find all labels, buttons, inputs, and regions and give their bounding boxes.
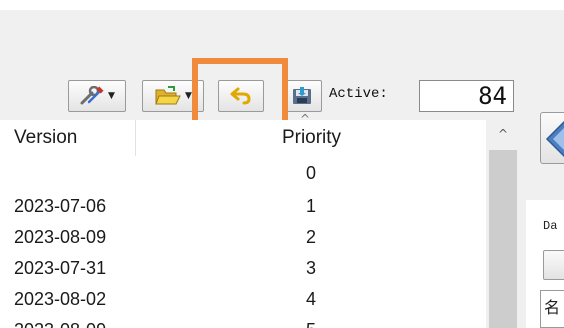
title-strip [0,0,564,10]
table-row[interactable]: 2023-07-31 3 [0,255,486,281]
right-panel-button[interactable] [543,250,564,280]
tools-icon [79,86,105,106]
priority-cell: 2 [305,227,316,247]
diamond-app-icon [541,120,564,163]
save-button[interactable] [282,80,322,112]
version-cell: 2023-08-02 [14,289,107,309]
right-panel-label: Da [543,219,558,233]
scroll-thumb[interactable] [489,150,517,328]
priority-cell: 5 [300,317,322,328]
priority-cell: 3 [305,258,316,278]
open-folder-icon [154,85,182,107]
table-row[interactable]: 2023-08-09 5 [0,317,486,328]
table-row[interactable]: 2023-08-02 4 [0,286,486,312]
table-row[interactable]: 0 [0,160,486,186]
app-launch-button[interactable] [540,112,564,164]
priority-cell: 1 [305,196,316,216]
column-header-version[interactable]: Version [0,120,136,156]
vertical-scrollbar[interactable]: ^ [486,120,520,328]
column-header-priority[interactable]: Priority [137,120,486,156]
active-label: Active: [329,86,388,102]
sort-ascending-icon: ^ [300,112,311,126]
chevron-down-icon: ▼ [108,91,115,101]
priority-cell: 4 [305,289,316,309]
table-row[interactable]: 2023-08-09 2 [0,224,486,250]
save-icon [291,86,313,106]
version-cell: 2023-08-09 [14,227,107,247]
scroll-up-icon[interactable]: ^ [486,120,520,148]
chevron-down-icon: ▼ [185,91,192,101]
right-panel-field[interactable]: 名 [540,290,564,328]
tools-button[interactable]: ▼ [68,80,126,112]
version-cell: 2023-08-09 [14,317,106,328]
app-bar [0,10,564,58]
version-cell: 2023-07-31 [14,258,107,278]
table-row[interactable]: 2023-07-06 1 [0,193,486,219]
active-count-field[interactable]: 84 [419,80,514,112]
priority-cell: 0 [305,163,316,183]
version-cell: 2023-07-06 [14,196,107,216]
